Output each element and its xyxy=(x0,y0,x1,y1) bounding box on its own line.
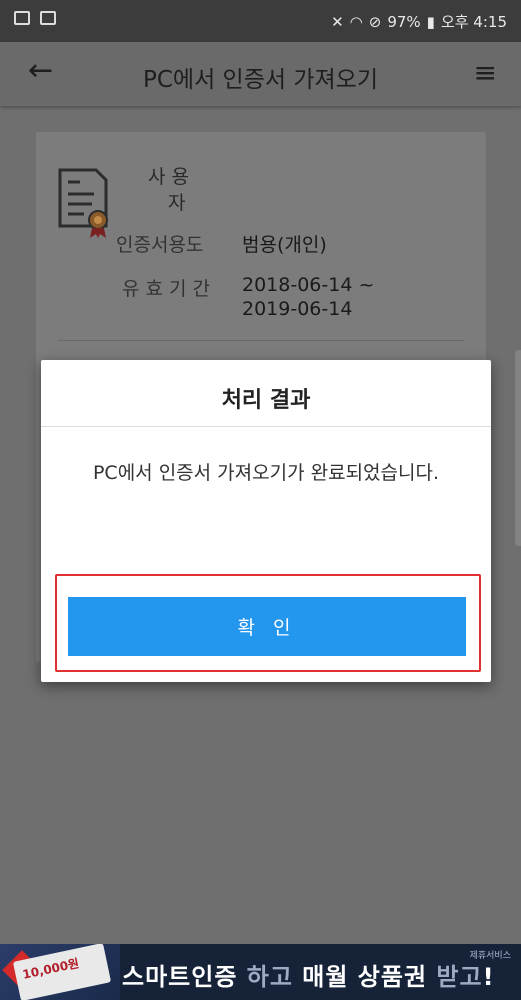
dialog-title: 처리 결과 xyxy=(221,388,311,413)
user-label: 사 용 xyxy=(148,162,189,189)
banner-text-part3: 매월 상품권 xyxy=(302,963,428,991)
card-divider xyxy=(58,340,464,341)
user-label-line2: 자 xyxy=(168,192,186,214)
wifi-icon: ◠ xyxy=(349,12,363,31)
confirm-button[interactable]: 확 인 xyxy=(68,597,466,656)
clock: 오후 4:15 xyxy=(440,13,507,31)
validity-label: 유 효 기 간 xyxy=(122,278,211,300)
battery-percent: 97% xyxy=(387,12,421,31)
status-bar: ✕ ◠ ⊘ 97% ▮ 오후 4:15 xyxy=(0,0,521,42)
usage-value-row: 범용(개인) xyxy=(242,230,327,257)
status-left-icons xyxy=(14,11,56,25)
gallery-notification-icon xyxy=(14,11,30,25)
validity-start: 2018-06-14 ~ xyxy=(242,274,375,296)
result-dialog: 처리 결과 PC에서 인증서 가져오기가 완료되었습니다. 확 인 xyxy=(41,360,491,682)
user-label-cont: 자 xyxy=(168,188,185,215)
banner-text-part1: 스마트인증 xyxy=(122,963,238,991)
mute-icon: ✕ xyxy=(331,12,344,31)
status-right: ✕ ◠ ⊘ 97% ▮ 오후 4:15 xyxy=(331,11,507,32)
user-label-line1: 사 용 xyxy=(148,166,189,188)
page-title: PC에서 인증서 가져오기 xyxy=(143,67,378,93)
usage-label: 인증서용도 xyxy=(116,234,204,256)
battery-icon: ▮ xyxy=(426,12,435,31)
hamburger-menu-icon[interactable]: ≡ xyxy=(474,56,497,89)
validity-value-1: 2018-06-14 ~ xyxy=(242,274,374,296)
validity-value-2: 2019-06-14 xyxy=(242,298,352,320)
banner-text-part5: ! xyxy=(482,963,495,991)
dialog-divider xyxy=(41,426,491,427)
app-notification-icon xyxy=(40,11,56,25)
next-card-peek xyxy=(515,350,521,546)
usage-row: 인증서용도 xyxy=(116,230,203,257)
validity-row: 유 효 기 간 xyxy=(122,274,210,301)
usage-value: 범용(개인) xyxy=(242,234,327,256)
validity-end: 2019-06-14 xyxy=(242,298,353,320)
no-disturb-icon: ⊘ xyxy=(368,12,382,31)
banner-text-part2: 하고 xyxy=(246,963,293,991)
banner-text: 스마트인증 하고 매월 상품권 받고! xyxy=(122,957,495,992)
ad-banner[interactable]: 10,000원 제휴서비스 스마트인증 하고 매월 상품권 받고! xyxy=(0,944,521,1000)
app-bar: ← PC에서 인증서 가져오기 ≡ xyxy=(0,42,521,106)
dialog-message: PC에서 인증서 가져오기가 완료되었습니다. xyxy=(92,462,440,484)
banner-text-part4: 받고 xyxy=(436,963,483,991)
certificate-icon xyxy=(58,168,108,238)
